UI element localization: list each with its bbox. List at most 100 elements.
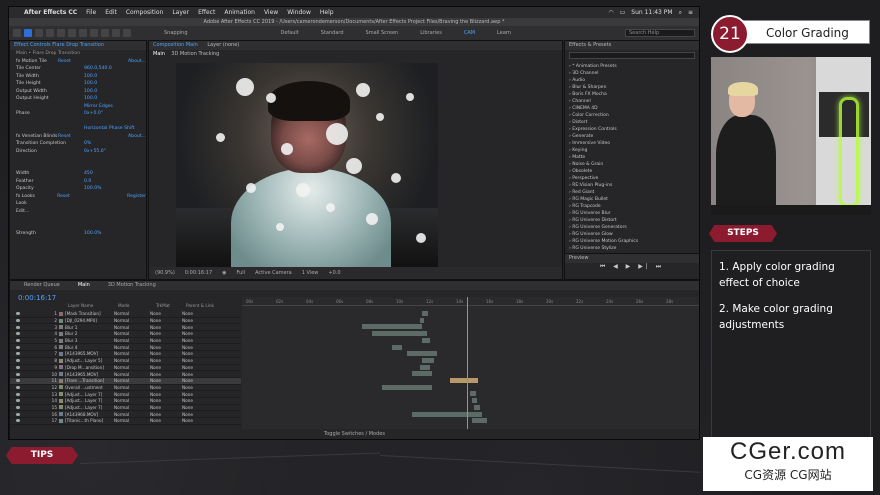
- workspace-standard[interactable]: Standard: [321, 30, 344, 36]
- layer-row[interactable]: 16 [A143968.MOV] Normal None None: [10, 411, 241, 418]
- layer-name[interactable]: Blur 1: [65, 325, 110, 330]
- parent-select[interactable]: None: [182, 345, 200, 350]
- layer-mode-select[interactable]: Normal: [114, 398, 136, 403]
- battery-icon[interactable]: ▭: [620, 9, 626, 16]
- effect-category-item[interactable]: › * Animation Presets: [569, 63, 699, 70]
- effect-category-item[interactable]: › Obsolete: [569, 168, 699, 175]
- effect-control-value[interactable]: 0x+0.0°: [84, 111, 146, 116]
- layer-mode-select[interactable]: Normal: [114, 385, 136, 390]
- effect-control-row[interactable]: [10, 118, 146, 126]
- layer-name[interactable]: Blur 3: [65, 338, 110, 343]
- visibility-eye-icon[interactable]: [16, 372, 20, 376]
- label-color-chip[interactable]: [59, 418, 63, 423]
- layer-name[interactable]: Overall ...ustment: [65, 385, 110, 390]
- pen-tool-icon[interactable]: [101, 29, 109, 37]
- effect-category-item[interactable]: › Boris FX Mocha: [569, 91, 699, 98]
- layer-mode-select[interactable]: Normal: [114, 331, 136, 336]
- effect-category-item[interactable]: › Distort: [569, 119, 699, 126]
- effect-control-value[interactable]: 0.0: [84, 179, 146, 184]
- effect-category-item[interactable]: › Color Correction: [569, 112, 699, 119]
- track-matte-select[interactable]: None: [150, 418, 168, 423]
- layer-name[interactable]: [Adjust... Layer 5]: [65, 358, 110, 363]
- layer-bar[interactable]: [472, 398, 477, 404]
- visibility-eye-icon[interactable]: [16, 325, 20, 329]
- layer-row[interactable]: 7 [A143965.MOV] Normal None None: [10, 351, 241, 358]
- effect-control-row[interactable]: Output Width 100.0: [10, 88, 146, 96]
- visibility-eye-icon[interactable]: [16, 412, 20, 416]
- parent-select[interactable]: None: [182, 378, 200, 383]
- layer-name[interactable]: [DJI_0294.MP4]: [65, 318, 110, 323]
- effect-category-item[interactable]: › RG Universe Generators: [569, 224, 699, 231]
- visibility-eye-icon[interactable]: [16, 365, 20, 369]
- effect-control-row[interactable]: Tile Center 960.0,540.0: [10, 65, 146, 73]
- effect-control-value[interactable]: 450: [84, 171, 146, 176]
- layer-bar[interactable]: [422, 337, 430, 343]
- effect-control-row[interactable]: Tile Height 100.0: [10, 80, 146, 88]
- effects-search-input[interactable]: [569, 52, 695, 59]
- subtab-3d-motion-tracking[interactable]: 3D Motion Tracking: [171, 51, 219, 57]
- effect-control-value[interactable]: Reset: [57, 194, 119, 199]
- app-name[interactable]: After Effects CC: [24, 9, 77, 16]
- visibility-eye-icon[interactable]: [16, 319, 20, 323]
- snapshot-icon[interactable]: ◉: [222, 270, 226, 276]
- parent-select[interactable]: None: [182, 351, 200, 356]
- visibility-eye-icon[interactable]: [16, 392, 20, 396]
- layer-mode-select[interactable]: Normal: [114, 365, 136, 370]
- label-color-chip[interactable]: [59, 392, 63, 397]
- menu-layer[interactable]: Layer: [172, 9, 189, 16]
- visibility-eye-icon[interactable]: [16, 419, 20, 423]
- track-matte-select[interactable]: None: [150, 365, 168, 370]
- effect-control-row[interactable]: fx Venetian Blinds Reset About...: [10, 133, 146, 141]
- layer-row[interactable]: 13 [Adjust... Layer 7] Normal None None: [10, 391, 241, 398]
- layer-row[interactable]: 4 Blur 2 Normal None None: [10, 331, 241, 338]
- layer-name[interactable]: [A143965.MOV]: [65, 372, 110, 377]
- wifi-icon[interactable]: ◠: [608, 9, 613, 16]
- visibility-eye-icon[interactable]: [16, 359, 20, 363]
- effect-control-row[interactable]: [10, 163, 146, 171]
- effect-category-item[interactable]: › RE:Vision Plug-ins: [569, 182, 699, 189]
- effect-control-value[interactable]: 0%: [84, 141, 146, 146]
- track-matte-select[interactable]: None: [150, 372, 168, 377]
- layer-row[interactable]: 5 Blur 3 Normal None None: [10, 338, 241, 345]
- camera-tool-icon[interactable]: [68, 29, 76, 37]
- track-matte-select[interactable]: None: [150, 311, 168, 316]
- effect-control-link[interactable]: About...: [128, 134, 146, 139]
- track-matte-select[interactable]: None: [150, 378, 168, 383]
- visibility-eye-icon[interactable]: [16, 312, 20, 316]
- track-matte-select[interactable]: None: [150, 331, 168, 336]
- effect-category-item[interactable]: › Noise & Grain: [569, 161, 699, 168]
- effect-control-value[interactable]: 100.0: [84, 89, 146, 94]
- effect-control-value[interactable]: 100.0: [84, 74, 146, 79]
- layer-bar[interactable]: [420, 364, 430, 370]
- parent-select[interactable]: None: [182, 338, 200, 343]
- effect-control-row[interactable]: fx Looks Reset Register: [10, 193, 146, 201]
- effect-control-value[interactable]: 0x+55.0°: [84, 149, 146, 154]
- layer-row[interactable]: 3 Blur 1 Normal None None: [10, 324, 241, 332]
- brush-tool-icon[interactable]: [123, 29, 131, 37]
- visibility-eye-icon[interactable]: [16, 385, 20, 389]
- layer-row[interactable]: 17 [Titanic...th Piano] Normal None None: [10, 418, 241, 425]
- layer-mode-select[interactable]: Normal: [114, 351, 136, 356]
- effect-category-item[interactable]: › Perspective: [569, 175, 699, 182]
- clock[interactable]: Sun 11:43 PM: [631, 9, 672, 16]
- layer-row[interactable]: 2 [DJI_0294.MP4] Normal None None: [10, 318, 241, 325]
- playback-controls[interactable]: ⏮ ◀ ▶ ▶| ⏭: [565, 263, 699, 271]
- layer-bar[interactable]: [382, 384, 432, 390]
- effect-category-item[interactable]: › Keying: [569, 147, 699, 154]
- effect-control-value[interactable]: Reset: [58, 134, 120, 139]
- camera-select[interactable]: Active Camera: [255, 270, 292, 276]
- effect-control-row[interactable]: [10, 155, 146, 163]
- label-color-chip[interactable]: [59, 318, 63, 323]
- track-matte-select[interactable]: None: [150, 358, 168, 363]
- label-color-chip[interactable]: [59, 378, 63, 383]
- label-color-chip[interactable]: [59, 365, 63, 370]
- parent-select[interactable]: None: [182, 325, 200, 330]
- layer-bar[interactable]: [412, 371, 432, 377]
- effect-category-item[interactable]: › RG Trapcode: [569, 203, 699, 210]
- effects-presets-tab[interactable]: Effects & Presets: [565, 41, 699, 50]
- effect-control-value[interactable]: 960.0,540.0: [84, 66, 146, 71]
- workspace-default[interactable]: Default: [281, 30, 299, 36]
- effect-control-row[interactable]: [10, 223, 146, 231]
- col-parent[interactable]: Parent & Link: [186, 303, 214, 310]
- effect-control-value[interactable]: 100.0: [84, 96, 146, 101]
